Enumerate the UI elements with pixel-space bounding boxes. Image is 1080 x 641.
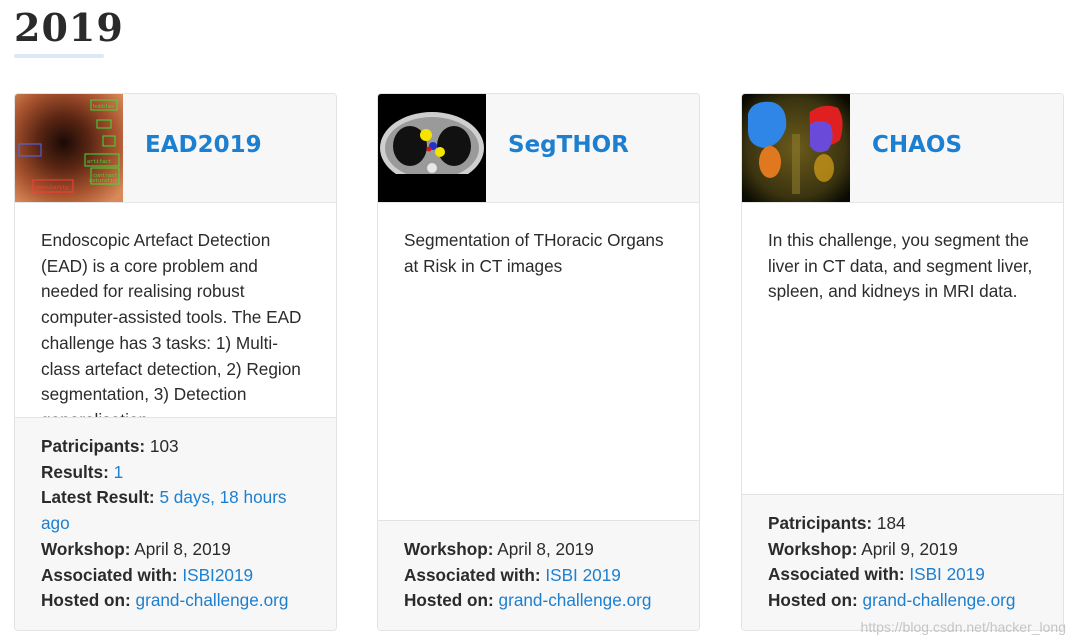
card-title-link[interactable]: CHAOS xyxy=(872,132,962,158)
card-description: In this challenge, you segment the liver… xyxy=(768,230,1033,302)
thumb-label-saturation: saturation xyxy=(89,178,119,184)
hosted-link[interactable]: grand-challenge.org xyxy=(136,590,289,610)
challenge-card-chaos[interactable]: CHAOS In this challenge, you segment the… xyxy=(741,93,1064,631)
thumb-label-specularity: specularity xyxy=(35,185,68,191)
meta-hosted: Hosted on: grand-challenge.org xyxy=(404,590,652,611)
card-header: SegTHOR xyxy=(378,94,699,203)
card-title-link[interactable]: EAD2019 xyxy=(145,132,262,158)
meta-workshop: Workshop: April 9, 2019 xyxy=(768,538,958,559)
card-header: bubbles artifact contrast saturation spe… xyxy=(15,94,336,203)
thumb-label-bubbles: bubbles xyxy=(93,104,114,110)
hosted-link[interactable]: grand-challenge.org xyxy=(499,590,652,610)
card-metadata: Patricipants: 103 Results: 1 Latest Resu… xyxy=(15,417,336,630)
associated-link[interactable]: ISBI 2019 xyxy=(545,565,621,585)
ead2019-thumbnail[interactable]: bubbles artifact contrast saturation spe… xyxy=(15,94,123,202)
meta-associated: Associated with: ISBI 2019 xyxy=(404,564,621,585)
meta-latest-result: Latest Result: 5 days, 18 hours ago xyxy=(41,487,287,534)
challenge-card-segthor[interactable]: SegTHOR Segmentation of THoracic Organs … xyxy=(377,93,700,631)
associated-link[interactable]: ISBI 2019 xyxy=(909,564,985,584)
meta-associated: Associated with: ISBI 2019 xyxy=(768,564,985,585)
meta-hosted: Hosted on: grand-challenge.org xyxy=(768,590,1016,611)
meta-workshop: Workshop: April 8, 2019 xyxy=(404,539,594,559)
section-year-heading: 2019 xyxy=(14,5,124,50)
chaos-thumbnail[interactable] xyxy=(742,94,850,202)
hosted-link[interactable]: grand-challenge.org xyxy=(863,590,1016,610)
year-underline xyxy=(14,54,104,58)
card-metadata: Patricipants: 184 Workshop: April 9, 201… xyxy=(742,494,1063,630)
meta-workshop: Workshop: April 8, 2019 xyxy=(41,538,231,559)
meta-participants: Patricipants: 184 xyxy=(768,513,906,533)
meta-hosted: Hosted on: grand-challenge.org xyxy=(41,590,289,611)
meta-participants: Patricipants: 103 xyxy=(41,436,179,456)
card-metadata: Workshop: April 8, 2019 Associated with:… xyxy=(378,520,699,630)
source-watermark: https://blog.csdn.net/hacker_long xyxy=(860,619,1066,635)
meta-associated: Associated with: ISBI2019 xyxy=(41,564,254,585)
challenge-card-ead2019[interactable]: bubbles artifact contrast saturation spe… xyxy=(14,93,337,631)
results-link[interactable]: 1 xyxy=(114,462,124,482)
associated-link[interactable]: ISBI2019 xyxy=(182,565,253,585)
card-header: CHAOS xyxy=(742,94,1063,203)
card-title-link[interactable]: SegTHOR xyxy=(508,132,629,158)
segthor-thumbnail[interactable] xyxy=(378,94,486,202)
meta-results: Results: 1 xyxy=(41,461,124,482)
card-description: Segmentation of THoracic Organs at Risk … xyxy=(404,230,664,276)
thumb-label-artifact: artifact xyxy=(87,159,111,165)
